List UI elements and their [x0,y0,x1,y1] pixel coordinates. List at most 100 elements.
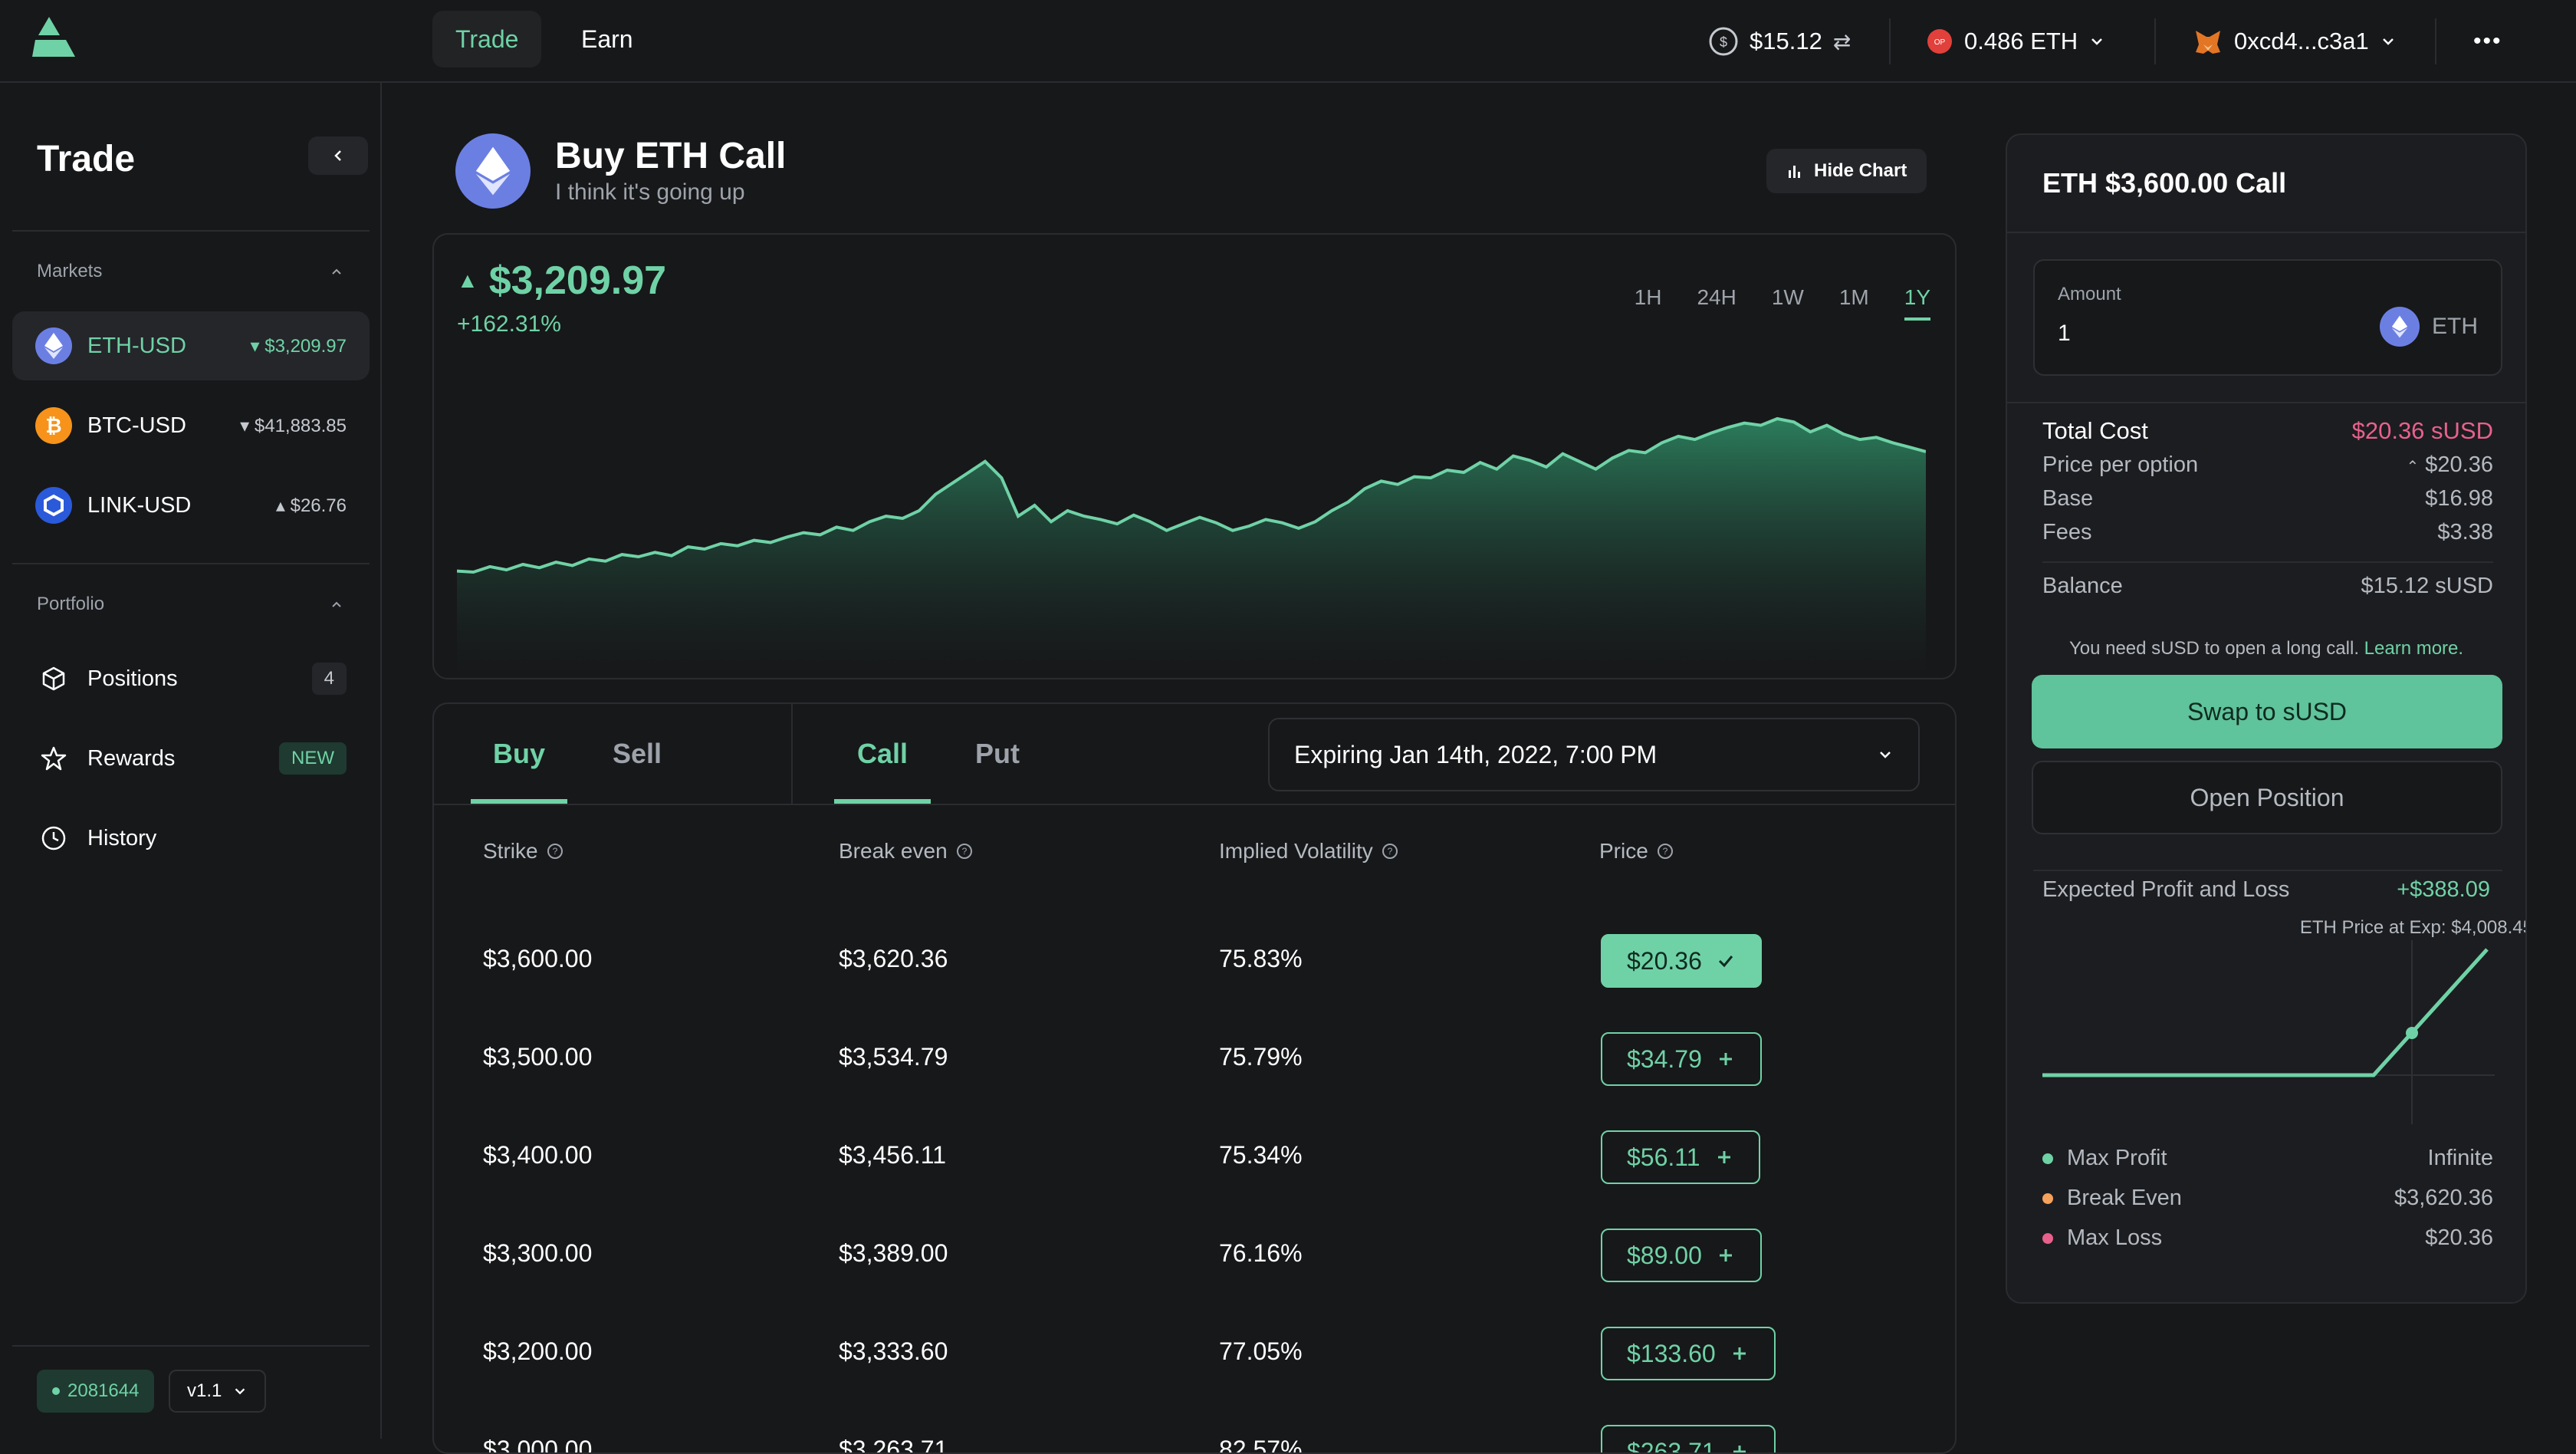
range-1w[interactable]: 1W [1772,285,1804,321]
dollar-coin-icon: $ [1708,26,1739,57]
price-label: $56.11 [1627,1143,1700,1172]
market-item-link-usd[interactable]: LINK-USD ▴ $26.76 [12,471,370,540]
market-item-btc-usd[interactable]: ₿ BTC-USD ▾ $41,883.85 [12,391,370,460]
cube-icon [35,660,72,697]
optimism-icon: OP [1926,28,1953,55]
base-label: Base [2042,486,2093,512]
sidebar-item-rewards[interactable]: Rewards NEW [12,724,370,793]
column-header-label: Implied Volatility [1219,839,1373,864]
clock-icon [35,820,72,857]
plus-icon [1730,1344,1750,1364]
expiry-selector[interactable]: Expiring Jan 14th, 2022, 7:00 PM [1268,718,1920,791]
range-1h[interactable]: 1H [1635,285,1662,321]
info-icon[interactable]: ? [546,842,564,860]
divider [791,704,793,804]
collapse-sidebar-button[interactable] [308,137,368,175]
pnl-chart[interactable] [2042,940,2495,1124]
divider [2154,18,2156,64]
price-button[interactable]: $56.11 [1601,1130,1760,1184]
legend-value: Infinite [2428,1146,2493,1171]
sidebar: Trade Markets ETH-USD ▾ $3,209.97 ₿ BTC-… [0,83,382,1439]
chevron-up-icon[interactable] [328,597,345,614]
learn-more-link[interactable]: Learn more. [2364,638,2463,659]
fees-label: Fees [2042,520,2091,545]
susd-balance[interactable]: $ $15.12 ⇄ [1708,21,1851,61]
nav-tab-earn[interactable]: Earn [558,11,656,67]
table-row[interactable]: $3,600.00 $3,620.36 75.83% $20.36 [434,910,1955,1008]
strike-cell: $3,500.00 [483,1008,592,1106]
swap-to-susd-button[interactable]: Swap to sUSD [2032,675,2502,748]
table-row[interactable]: $3,200.00 $3,333.60 77.05% $133.60 [434,1302,1955,1400]
wallet-address: 0xcd4...c3a1 [2234,28,2369,55]
price-button[interactable]: $34.79 [1601,1032,1762,1086]
divider [12,1345,370,1347]
hide-chart-button[interactable]: Hide Chart [1766,149,1927,193]
price-button[interactable]: $133.60 [1601,1327,1776,1380]
price-button[interactable]: $89.00 [1601,1229,1762,1282]
price-per-option-row[interactable]: Price per option ⌃ $20.36 [2042,452,2493,478]
table-row[interactable]: $3,500.00 $3,534.79 75.79% $34.79 [434,1008,1955,1106]
amount-input-box[interactable]: Amount 1 ETH [2033,259,2502,376]
chevron-down-icon [2380,33,2397,50]
tab-call[interactable]: Call [834,704,931,804]
pnl-value: +$388.09 [2397,877,2490,903]
info-icon[interactable]: ? [1381,842,1399,860]
version-selector[interactable]: v1.1 [169,1370,266,1413]
range-1m[interactable]: 1M [1839,285,1869,321]
trade-panel: ETH $3,600.00 Call Amount 1 ETH Total Co… [2006,133,2527,1304]
portfolio-section-label: Portfolio [37,594,104,615]
table-row[interactable]: $3,300.00 $3,389.00 76.16% $89.00 [434,1204,1955,1302]
divider [2007,232,2525,233]
table-row[interactable]: $3,000.00 $3,263.71 82.57% $263.71 [434,1400,1955,1454]
range-1y[interactable]: 1Y [1904,285,1930,321]
break-even-cell: $3,389.00 [839,1204,948,1302]
sidebar-item-history[interactable]: History [12,804,370,873]
info-icon[interactable]: ? [955,842,974,860]
legend-label: Max Loss [2067,1225,2162,1250]
nav-tab-trade[interactable]: Trade [432,11,541,67]
swap-arrows-icon[interactable]: ⇄ [1833,29,1851,54]
market-price-value: $41,883.85 [255,416,347,436]
break-even-cell: $3,263.71 [839,1400,948,1454]
divider [2007,402,2525,403]
sidebar-item-label: Positions [87,666,312,692]
legend-dot-icon [2042,1153,2053,1164]
sidebar-title: Trade [37,138,135,180]
legend-dot-icon [2042,1233,2053,1244]
tab-buy[interactable]: Buy [471,704,567,804]
amount-input[interactable]: 1 [2058,321,2071,347]
base-value: $16.98 [2425,486,2493,512]
more-dots-icon: ••• [2473,28,2502,54]
open-position-button[interactable]: Open Position [2032,761,2502,834]
range-24h[interactable]: 24H [1697,285,1736,321]
price-change: +162.31% [457,311,561,337]
price-button-selected[interactable]: $20.36 [1601,934,1762,988]
column-header-strike: Strike ? [483,839,564,864]
market-price: ▴ $26.76 [276,495,347,517]
strike-cell: $3,000.00 [483,1400,592,1454]
plus-icon [1730,1442,1750,1454]
break-even-cell: $3,534.79 [839,1008,948,1106]
tab-put[interactable]: Put [949,704,1046,804]
status-dot-icon [52,1387,60,1395]
market-name: LINK-USD [87,493,276,518]
block-number-badge: 2081644 [37,1370,154,1413]
iv-cell: 76.16% [1219,1204,1303,1302]
legend-dot-icon [2042,1193,2053,1204]
network-selector[interactable]: OP 0.486 ETH [1926,21,2105,61]
more-menu-button[interactable]: ••• [2473,21,2502,61]
sidebar-item-positions[interactable]: Positions 4 [12,644,370,713]
iv-cell: 82.57% [1219,1400,1303,1454]
markets-section-label: Markets [37,261,102,282]
info-icon[interactable]: ? [1656,842,1674,860]
chevron-up-icon[interactable] [328,264,345,281]
divider [2435,18,2436,64]
table-row[interactable]: $3,400.00 $3,456.11 75.34% $56.11 [434,1106,1955,1204]
app-logo[interactable] [32,17,77,58]
tab-sell[interactable]: Sell [589,704,685,804]
legend-break-even: Break Even $3,620.36 [2042,1186,2493,1211]
market-item-eth-usd[interactable]: ETH-USD ▾ $3,209.97 [12,311,370,380]
price-button[interactable]: $263.71 [1601,1425,1776,1454]
wallet-selector[interactable]: 0xcd4...c3a1 [2193,21,2397,61]
price-area-chart[interactable] [457,388,1926,676]
